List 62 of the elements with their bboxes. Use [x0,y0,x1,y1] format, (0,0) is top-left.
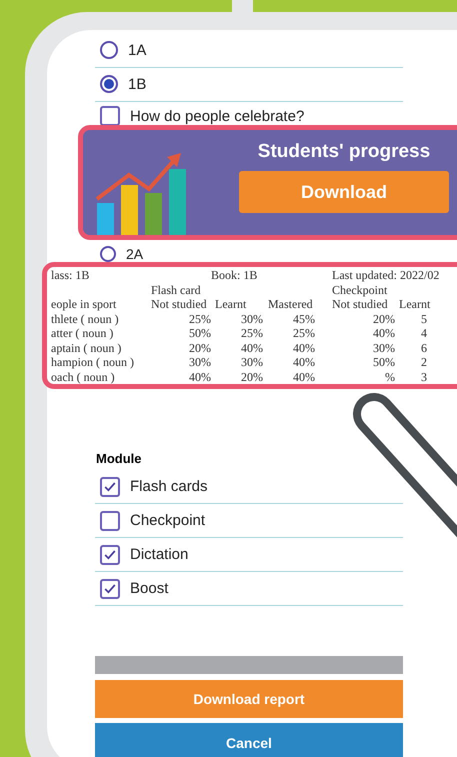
table-cell-text: Flash card [151,282,202,297]
table-cell-text: 20% [372,312,395,326]
radio-button[interactable] [100,246,116,262]
radio-label: 1B [128,76,146,93]
table-cell-text: 5 [420,312,428,326]
radio-label: 1A [128,42,146,59]
table-cell-text: 20% [188,340,211,355]
table-cell-text: aptain ( noun ) [51,340,122,355]
table-cell-text: thlete ( noun ) [51,312,120,326]
table-cell-text: atter ( noun ) [51,326,114,340]
table-header: Mastered [267,297,314,312]
table-cell-text: 30% [240,355,263,370]
radio-label: 2A [126,246,144,262]
module-label: Checkpoint [130,512,206,530]
table-cell-text: 30% [188,355,211,370]
table-cell-text: 20% [240,370,263,384]
table-cell-text: 30% [240,312,263,326]
table-cell-text: 45% [292,312,315,326]
table-cell-text: oach ( noun ) [51,370,116,384]
download-button[interactable]: Download [239,171,449,213]
table-cell-text: 30% [372,340,395,355]
table-header: Learnt [214,297,248,312]
table-header: Not studied [331,297,389,312]
table-cell-text: 25% [188,312,211,326]
module-heading: Module [95,451,142,468]
module-label: Boost [130,580,168,598]
table-cell-text: 40% [292,370,315,384]
bar-chart-icon [95,151,187,235]
table-cell-text: 50% [188,326,211,340]
module-label: Dictation [130,546,188,564]
checkbox[interactable] [100,544,120,565]
table-cell-text: 40% [292,355,315,370]
download-report-button[interactable]: Download report [95,680,403,718]
checkbox[interactable] [100,578,120,599]
table-cell-text: 4 [420,326,428,340]
table-cell-text: 25% [292,326,315,340]
table-cell-text: 40% [372,326,395,340]
module-label: Flash cards [130,478,208,496]
table-cell-text: Checkpoint [331,282,388,297]
checkbox[interactable] [100,476,120,497]
table-cell-text: 40% [188,370,211,384]
table-cell-text: 40% [240,340,263,355]
radio-button[interactable] [100,75,118,94]
table-header: Not studied [151,297,208,312]
banner-title: Students' progress [258,141,430,163]
table-cell-text: 2 [420,355,428,370]
table-header: Learnt [398,297,432,312]
topic-label: How do people celebrate? [130,108,304,125]
table-cell-text: 6 [420,340,428,355]
table-cell-text: lass: 1B [51,268,90,282]
checkbox[interactable] [100,510,120,531]
table-cell-text: % [384,370,395,384]
table-cell-text: 40% [292,340,315,355]
checkbox[interactable] [100,106,120,126]
table-cell-text: 3 [420,370,428,384]
table-cell-text: eople in sport [51,297,118,312]
radio-button[interactable] [100,41,118,60]
table-cell-text: 25% [240,326,263,340]
table-cell-text: 50% [372,355,395,370]
table-cell-text: Book: 1B [210,268,258,282]
table-cell-text: hampion ( noun ) [51,355,135,370]
cancel-button[interactable]: Cancel [95,723,403,757]
